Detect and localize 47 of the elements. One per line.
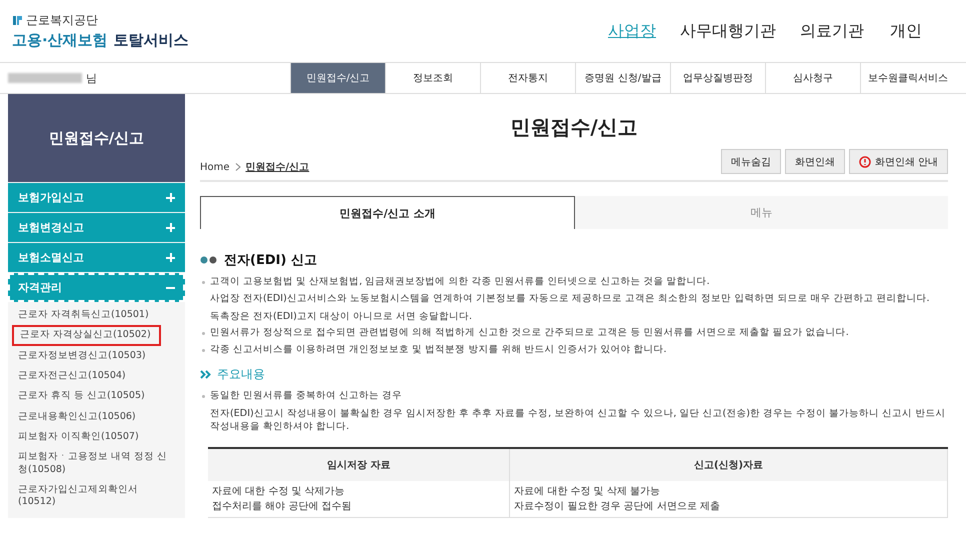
- org-name: 근로복지공단: [26, 12, 98, 29]
- chevron-icon: [234, 163, 241, 171]
- body-text: 고객이 고용보험법 및 산재보험법, 임금채권보장법에 의한 각종 민원서류를 인터넷으로 신고하는 것을 말합니다.: [210, 275, 711, 288]
- logo-icon: [12, 15, 23, 26]
- page-title: 민원접수/신고: [509, 114, 639, 141]
- table-cell: 자료에 대한 수정 및 삭제가능 접수처리를 해야 공단에 접수됨: [208, 481, 510, 518]
- section-heading: 전자(EDI) 신고: [224, 252, 317, 269]
- page-button[interactable]: 메뉴숨김: [720, 149, 781, 174]
- sidebar-item[interactable]: 근로자전근신고(10504): [8, 366, 185, 386]
- section-heading: 주요내용: [217, 366, 265, 384]
- sidebar-item[interactable]: 근로자정보변경신고(10503): [8, 346, 185, 366]
- sidebar-item[interactable]: 근로자 자격취득신고(10501): [8, 305, 185, 326]
- double-chevron-icon: [200, 370, 211, 380]
- sidebar-item[interactable]: 근로자 휴직 등 신고(10505): [8, 386, 185, 407]
- table-cell: 자료에 대한 수정 및 삭제 불가능 자료수정이 필요한 경우 공단에 서면으로 제출: [510, 481, 948, 518]
- sidebar-item[interactable]: 근로자가입신고제외확인서(10512): [8, 480, 185, 513]
- alert-icon: [858, 156, 871, 168]
- service-name: 토탈서비스: [114, 31, 189, 50]
- bullet-icon: [202, 332, 205, 336]
- body-text: 전자(EDI)신고시 작성내용이 불확실한 경우 임시저장한 후 추후 자료를 수정, 보완하여 신고할 수 있으나, 일단 신고(전송)한 경우는 수정이 불가능하니 신고시 반드시 작성내용을 확인하셔야 합니다.: [210, 406, 946, 434]
- double-dot-icon: [200, 256, 218, 264]
- bullet-icon: [202, 348, 205, 352]
- breadcrumb-link[interactable]: Home: [200, 162, 230, 172]
- sidebar-title: 민원접수/신고: [8, 94, 185, 182]
- bullet-icon: [202, 395, 205, 398]
- service-name: 고용·산재보험: [12, 31, 108, 50]
- body-text: 사업장 전자(EDI)신고서비스와 노동보험시스템을 연계하여 기본정보를 자동으로 제공하므로 고객은 최소한의 정보만 입력하면 되므로 매우 간편하고 편리합니다.: [210, 292, 930, 306]
- content-tab[interactable]: 민원접수/신고 소개: [200, 196, 575, 229]
- user-type-tab[interactable]: 개인: [876, 20, 936, 42]
- column-header: 신고(신청)자료: [510, 448, 948, 482]
- user-type-tab[interactable]: 사무대행기관: [668, 20, 788, 42]
- breadcrumb-link[interactable]: 민원접수/신고: [246, 160, 310, 174]
- user-type-tab[interactable]: 의료기관: [788, 20, 876, 42]
- column-header: 임시저장 자료: [208, 448, 510, 482]
- sidebar-item[interactable]: 피보험자ㆍ고용정보 내역 정정 신청(10508): [8, 447, 185, 480]
- sidebar-item[interactable]: 근로내용확인신고(10506): [8, 406, 185, 428]
- page-button[interactable]: 화면인쇄: [784, 149, 845, 174]
- body-text: 민원서류가 정상적으로 접수되면 관련법령에 의해 적법하게 신고한 것으로 간주되므로 고객은 등 민원서류를 서면으로 제출할 필요가 없습니다.: [210, 326, 849, 340]
- sidebar-item[interactable]: 피보험자 이직확인(10507): [8, 427, 185, 448]
- user-suffix: 님: [86, 70, 97, 86]
- page-button[interactable]: 화면인쇄 안내: [848, 149, 948, 174]
- nav-tab[interactable]: 민원접수/신고: [290, 63, 385, 93]
- sidebar-item[interactable]: 근로자 자격상실신고(10502): [12, 325, 161, 346]
- body-text: 독촉장은 전자(EDI)고지 대상이 아니므로 서면 송달합니다.: [210, 310, 474, 324]
- bullet-icon: [202, 281, 205, 284]
- body-text: 각종 신고서비스를 이용하려면 개인정보보호 및 법적분쟁 방지를 위해 반드시 인증서가 있어야 합니다.: [210, 342, 667, 356]
- body-text: 동일한 민원서류를 중복하여 신고하는 경우: [210, 389, 404, 403]
